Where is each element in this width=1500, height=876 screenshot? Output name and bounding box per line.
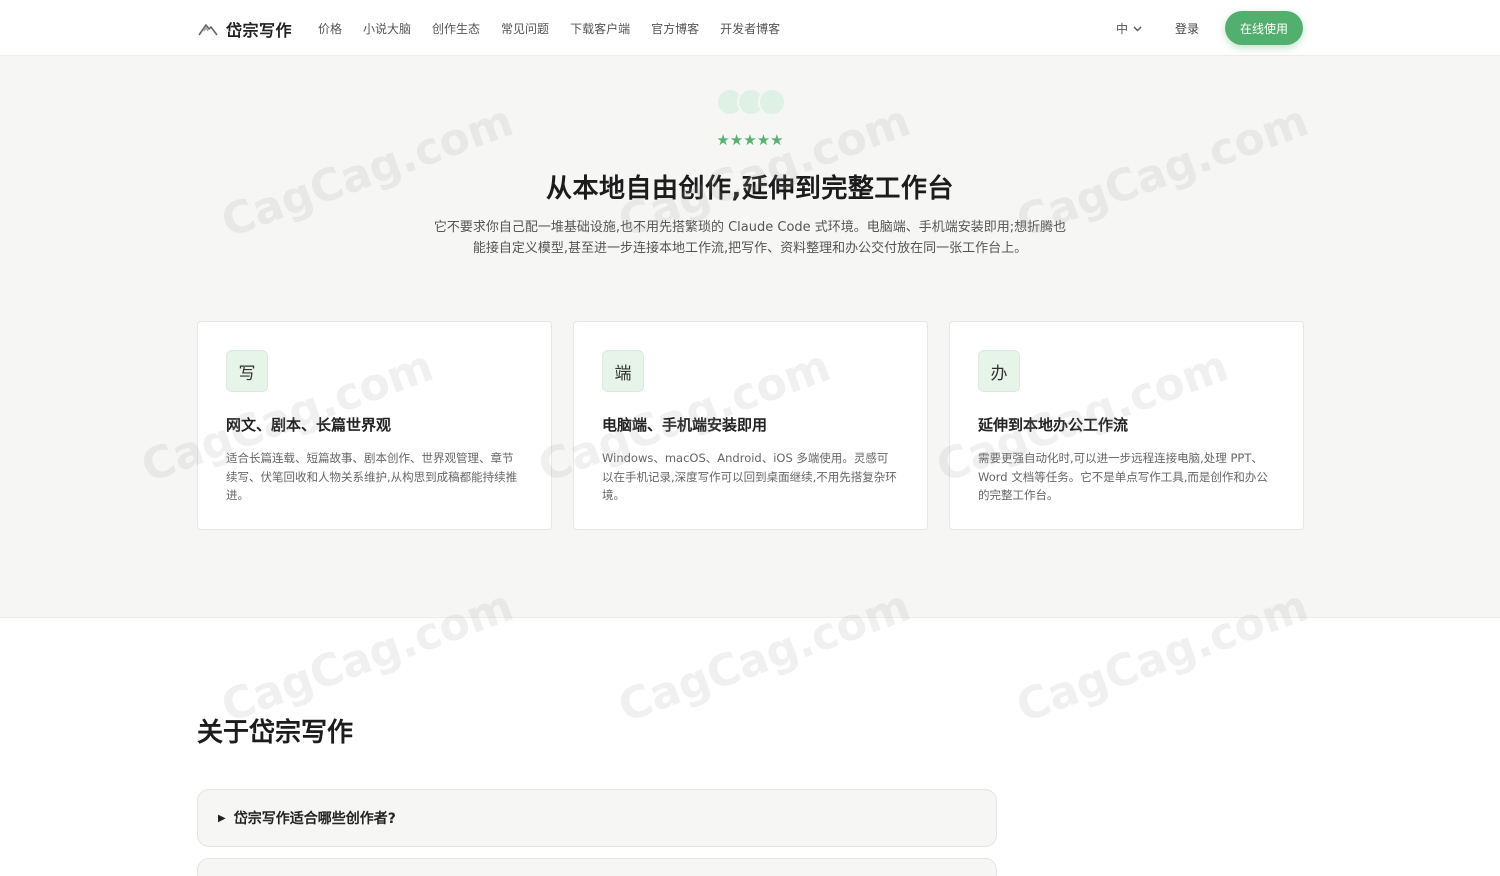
feature-title: 电脑端、手机端安装即用 xyxy=(602,416,768,434)
feature-card-writing: 写 网文、剧本、长篇世界观 适合长篇连载、短篇故事、剧本创作、世界观管理、章节续… xyxy=(197,321,552,530)
mountain-logo-icon xyxy=(198,24,218,36)
about-section: 关于岱宗写作 ▶ 岱宗写作适合哪些创作者? xyxy=(0,617,1500,876)
feature-badge: 写 xyxy=(226,350,268,392)
main-nav: 价格 小说大脑 创作生态 常见问题 下载客户端 官方博客 开发者博客 xyxy=(318,20,780,37)
chevron-down-icon xyxy=(1133,26,1142,31)
nav-link-faq[interactable]: 常见问题 xyxy=(501,20,549,37)
rating-stars: ★★★★★ xyxy=(716,131,784,149)
nav-link-pricing[interactable]: 价格 xyxy=(318,20,342,37)
top-navbar: 岱宗写作 价格 小说大脑 创作生态 常见问题 下载客户端 官方博客 开发者博客 … xyxy=(0,0,1500,56)
nav-link-novel-brain[interactable]: 小说大脑 xyxy=(363,20,411,37)
feature-title: 延伸到本地办公工作流 xyxy=(978,416,1129,434)
nav-link-dev-blog[interactable]: 开发者博客 xyxy=(720,20,780,37)
user-avatars xyxy=(716,88,786,116)
feature-text: 需要更强自动化时,可以进一步远程连接电脑,处理 PPT、Word 文档等任务。它… xyxy=(978,451,1268,502)
avatar xyxy=(758,88,786,116)
language-label: 中 xyxy=(1116,22,1129,36)
hero-title: 从本地自由创作,延伸到完整工作台 xyxy=(546,174,954,204)
feature-text: 适合长篇连载、短篇故事、剧本创作、世界观管理、章节续写、伏笔回收和人物关系维护,… xyxy=(226,451,518,502)
login-link[interactable]: 登录 xyxy=(1175,20,1199,37)
brand-logo-link[interactable]: 岱宗写作 xyxy=(198,17,292,41)
faq-item[interactable] xyxy=(197,858,997,876)
nav-link-blog[interactable]: 官方博客 xyxy=(651,20,699,37)
nav-link-ecosystem[interactable]: 创作生态 xyxy=(432,20,480,37)
feature-badge: 办 xyxy=(978,350,1020,392)
hero-description: 它不要求你自己配一堆基础设施,也不用先搭繁琐的 Claude Code 式环境。… xyxy=(433,220,1067,256)
language-selector[interactable]: 中 xyxy=(1116,20,1142,37)
nav-link-download[interactable]: 下载客户端 xyxy=(570,20,630,37)
about-title: 关于岱宗写作 xyxy=(197,718,354,748)
faq-question: 岱宗写作适合哪些创作者? xyxy=(233,811,396,827)
feature-text: Windows、macOS、Android、iOS 多端使用。灵感可以在手机记录… xyxy=(602,451,897,502)
triangle-right-icon: ▶ xyxy=(218,812,226,824)
use-online-button[interactable]: 在线使用 xyxy=(1225,11,1303,45)
faq-item[interactable]: ▶ 岱宗写作适合哪些创作者? xyxy=(197,789,997,847)
feature-card-office: 办 延伸到本地办公工作流 需要更强自动化时,可以进一步远程连接电脑,处理 PPT… xyxy=(949,321,1304,530)
feature-title: 网文、剧本、长篇世界观 xyxy=(226,416,392,434)
brand-name: 岱宗写作 xyxy=(226,21,293,40)
feature-card-platforms: 端 电脑端、手机端安装即用 Windows、macOS、Android、iOS … xyxy=(573,321,928,530)
feature-badge: 端 xyxy=(602,350,644,392)
